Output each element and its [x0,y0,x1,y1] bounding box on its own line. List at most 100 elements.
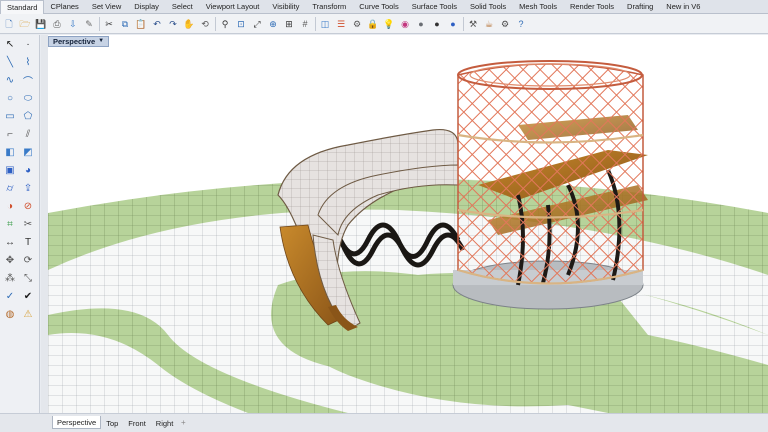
patch-icon[interactable]: ◩ [21,145,35,159]
settings-icon[interactable]: ⚙ [499,18,511,30]
ellipse-icon[interactable]: ⬭ [21,91,35,105]
paste-icon[interactable]: 📋 [135,18,147,30]
toolbar-tab-select[interactable]: Select [166,0,200,14]
copy-properties-icon[interactable]: ✎ [83,18,95,30]
zoom-selected-icon[interactable]: ⊕ [267,18,279,30]
rectangle-icon[interactable]: ▭ [3,109,17,123]
sidebar-row: ▭ ⬠ [0,107,39,125]
sidebar-row: ◑ ⊘ [0,197,39,215]
surface-icon[interactable]: ◧ [3,145,17,159]
save-icon[interactable]: 💾 [35,18,47,30]
tower-lattice [457,60,644,285]
undo-icon[interactable]: ↶ [151,18,163,30]
transform-move-icon[interactable]: ✥ [3,253,17,267]
cylinder-icon[interactable]: ⌭ [3,181,17,195]
toolbar-tab-visibility[interactable]: Visibility [266,0,306,14]
tools-icon[interactable]: ⚒ [467,18,479,30]
zoom-icon[interactable]: ⚲ [219,18,231,30]
line-icon[interactable]: ╲ [3,55,17,69]
box-icon[interactable]: ▣ [3,163,17,177]
lock-icon[interactable]: 🔒 [367,18,379,30]
sphere-shaded-icon[interactable]: ● [415,18,427,30]
viewport-tab-front[interactable]: Front [123,416,151,429]
color-wheel-icon[interactable]: ◉ [399,18,411,30]
circle-icon[interactable]: ○ [3,91,17,105]
sphere-icon[interactable]: ◕ [21,163,35,177]
curve-icon[interactable]: ∿ [3,73,17,87]
open-folder-icon[interactable]: 🗁 [19,18,31,30]
zoom-window-icon[interactable]: ⊡ [235,18,247,30]
redo-icon[interactable]: ↷ [167,18,179,30]
toolbar-tab-curve-tools[interactable]: Curve Tools [353,0,405,14]
perspective-viewport[interactable] [48,35,768,413]
add-viewport-tab-button[interactable]: + [178,416,188,429]
toolbar-tab-strip: Standard CPlanes Set View Display Select View… [0,0,768,14]
properties-icon[interactable]: ⚙ [351,18,363,30]
viewport-title[interactable]: Perspective ▼ [48,36,110,47]
polyline-icon[interactable]: ⌇ [21,55,35,69]
import-icon[interactable]: ⇩ [67,18,79,30]
array-icon[interactable]: ⁂ [3,271,17,285]
analyze-icon[interactable]: ✓ [3,289,17,303]
scale-icon[interactable]: ⤡ [21,271,35,285]
boolean-icon[interactable]: ◑ [3,199,17,213]
sidebar-row: ◍ ⚠ [0,305,39,323]
sidebar-row: ⁂ ⤡ [0,269,39,287]
pan-hand-icon[interactable]: ✋ [183,18,195,30]
sidebar-row: ◧ ◩ [0,143,39,161]
help-icon[interactable]: ? [515,18,527,30]
rotate-view-icon[interactable]: ⟲ [199,18,211,30]
dimension-icon[interactable]: ↔ [3,235,17,249]
toolbar-tab-drafting[interactable]: Drafting [621,0,660,14]
viewport-tab-perspective[interactable]: Perspective [52,416,102,429]
check-icon[interactable]: ✔ [21,289,35,303]
toolbar-tab-mesh-tools[interactable]: Mesh Tools [513,0,564,14]
toolbar-tab-transform[interactable]: Transform [306,0,353,14]
rotate-icon[interactable]: ⟳ [21,253,35,267]
toolbar-tab-cplanes[interactable]: CPlanes [44,0,85,14]
cut-icon[interactable]: ✂ [103,18,115,30]
polygon-icon[interactable]: ⬠ [21,109,35,123]
layers-icon[interactable]: ☰ [335,18,347,30]
copy-icon[interactable]: ⧉ [119,18,131,30]
zoom-extents-icon[interactable]: ⤢ [251,18,263,30]
select-arrow-icon[interactable]: ↖ [3,37,17,51]
arc-icon[interactable]: ⌒ [21,73,35,88]
print-icon[interactable]: ⎙ [51,18,63,30]
sphere-blue-icon[interactable]: ● [447,18,459,30]
toolbar-tab-new-in-v6[interactable]: New in V6 [660,0,707,14]
toolbar-tab-render-tools[interactable]: Render Tools [564,0,621,14]
warning-icon[interactable]: ⚠ [21,307,35,321]
toolbar-separator [315,16,316,31]
sidebar-row: ↖ · [0,35,39,53]
toolbar-tab-solid-tools[interactable]: Solid Tools [464,0,513,14]
sphere-rendered-icon[interactable]: ● [431,18,443,30]
cplane-icon[interactable]: ◫ [319,18,331,30]
four-viewports-icon[interactable]: ⊞ [283,18,295,30]
offset-icon[interactable]: ⫽ [21,127,35,141]
toolbar-tab-set-view[interactable]: Set View [86,0,128,14]
viewport-tab-top[interactable]: Top [101,416,123,429]
light-bulb-icon[interactable]: 💡 [383,18,395,30]
point-icon[interactable]: · [21,37,35,51]
new-file-icon[interactable]: 🗋 [3,18,15,30]
toolbar-separator [99,16,100,31]
trim-icon[interactable]: ✂ [21,217,35,231]
toolbar-tab-display[interactable]: Display [128,0,166,14]
fillet-icon[interactable]: ⌐ [3,127,17,141]
render-icon[interactable]: ◍ [3,307,17,321]
render-teapot-icon[interactable]: ☕ [483,18,495,30]
viewport-tab-right[interactable]: Right [151,416,179,429]
mesh-icon[interactable]: ⌗ [3,217,17,231]
toolbar-tab-viewport-layout[interactable]: Viewport Layout [200,0,267,14]
grid-icon[interactable]: # [299,18,311,30]
sidebar-row: ↔ T [0,233,39,251]
split-icon[interactable]: ⊘ [21,199,35,213]
text-icon[interactable]: T [21,235,35,249]
chevron-down-icon[interactable]: ▼ [98,36,104,47]
extrude-icon[interactable]: ⇪ [21,181,35,195]
viewport-scene[interactable] [48,35,768,413]
sidebar-row: ⌭ ⇪ [0,179,39,197]
toolbar-tab-standard[interactable]: Standard [0,0,45,14]
toolbar-tab-surface-tools[interactable]: Surface Tools [406,0,464,14]
